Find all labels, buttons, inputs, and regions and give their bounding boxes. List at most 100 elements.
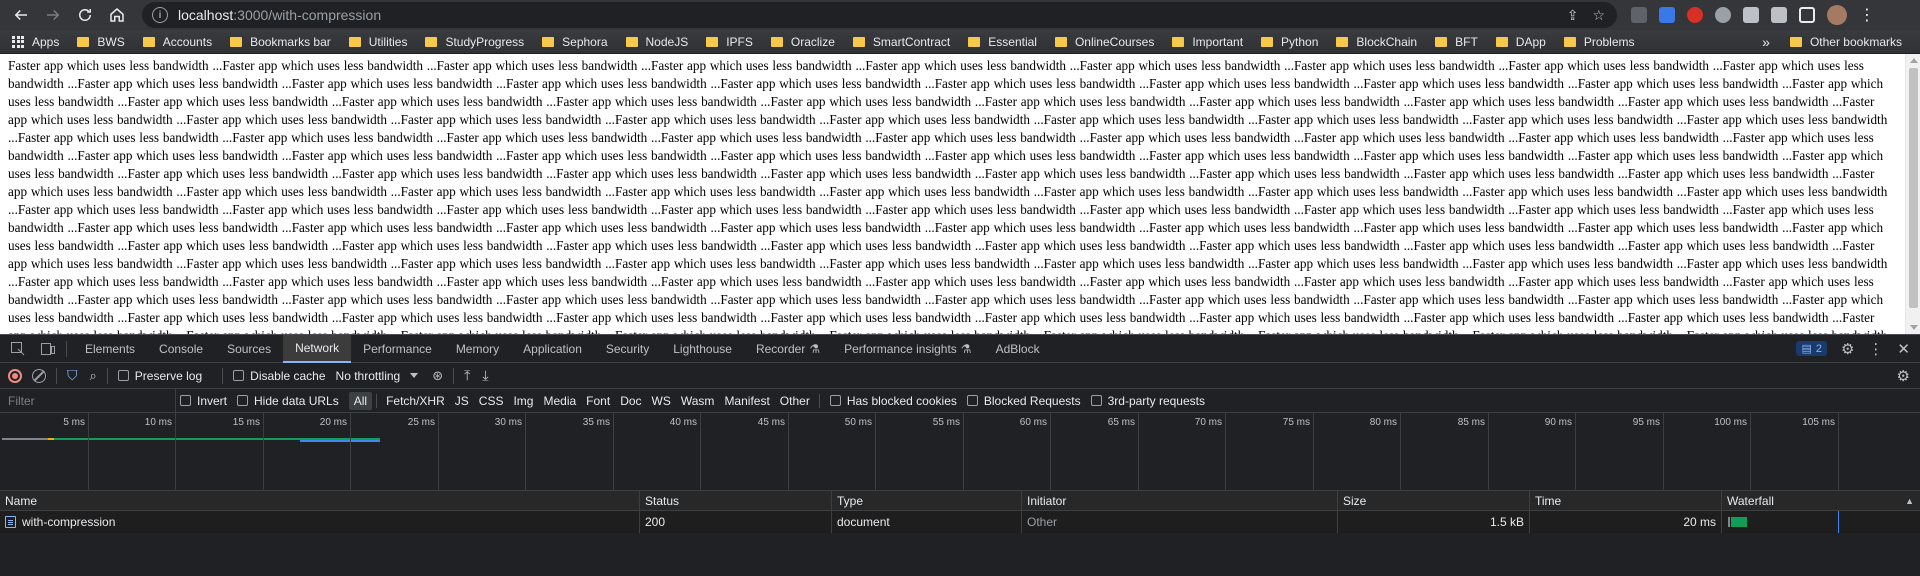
- tab-console[interactable]: Console: [147, 335, 215, 363]
- bookmark-folder[interactable]: BlockChain: [1336, 35, 1417, 49]
- settings-gear-icon[interactable]: ⚙: [1841, 340, 1854, 358]
- menu-icon[interactable]: ⋮: [1859, 5, 1875, 25]
- share-icon[interactable]: ⇪: [1567, 7, 1579, 24]
- filter-funnel-icon[interactable]: ⛉: [67, 367, 78, 384]
- extension-icon[interactable]: [1659, 7, 1675, 23]
- bookmark-folder[interactable]: Sephora: [542, 35, 608, 49]
- filter-type-fetch-xhr[interactable]: Fetch/XHR: [381, 392, 450, 410]
- bookmark-apps[interactable]: Apps: [12, 35, 59, 49]
- tab-application[interactable]: Application: [511, 335, 594, 363]
- bookmark-folder[interactable]: DApp: [1495, 35, 1546, 49]
- device-toolbar-icon[interactable]: [40, 341, 56, 357]
- filter-type-manifest[interactable]: Manifest: [719, 392, 774, 410]
- filter-type-ws[interactable]: WS: [647, 392, 676, 410]
- bookmark-folder[interactable]: IPFS: [706, 35, 753, 49]
- filter-type-wasm[interactable]: Wasm: [676, 392, 720, 410]
- bookmark-folder[interactable]: Python: [1261, 35, 1318, 49]
- reload-button[interactable]: [72, 2, 98, 28]
- checkbox-box[interactable]: [1090, 395, 1102, 406]
- checkbox-box[interactable]: [966, 395, 978, 406]
- request-initiator-cell[interactable]: Other: [1022, 511, 1338, 533]
- filter-type-js[interactable]: JS: [450, 392, 474, 410]
- tab-memory[interactable]: Memory: [444, 335, 511, 363]
- column-header-status[interactable]: Status: [640, 491, 832, 511]
- filter-type-all[interactable]: All: [348, 391, 373, 410]
- bookmark-folder[interactable]: Bookmarks bar: [230, 35, 331, 49]
- column-header-size[interactable]: Size: [1338, 491, 1530, 511]
- inspect-element-icon[interactable]: [10, 341, 26, 357]
- request-name-cell[interactable]: with-compression: [0, 511, 640, 533]
- network-settings-icon[interactable]: ⚙: [1897, 367, 1910, 385]
- filter-input[interactable]: Filter: [0, 388, 176, 413]
- checkbox-box[interactable]: [180, 395, 191, 406]
- bookmarks-overflow-button[interactable]: »: [1762, 34, 1770, 50]
- side-panel-icon[interactable]: [1799, 7, 1815, 23]
- filter-type-doc[interactable]: Doc: [615, 392, 646, 410]
- extension-icon[interactable]: [1631, 7, 1647, 23]
- extension-icon[interactable]: [1715, 7, 1731, 23]
- bookmark-folder[interactable]: Accounts: [142, 35, 212, 49]
- star-icon[interactable]: ☆: [1592, 7, 1605, 24]
- export-har-icon[interactable]: ⤓: [482, 367, 488, 384]
- bookmark-folder[interactable]: Problems: [1563, 35, 1635, 49]
- forward-button[interactable]: [40, 2, 66, 28]
- tab-sources[interactable]: Sources: [215, 335, 283, 363]
- bookmark-folder[interactable]: BFT: [1435, 35, 1478, 49]
- preserve-log-checkbox[interactable]: Preserve log: [117, 369, 202, 383]
- bookmark-folder[interactable]: Oraclize: [770, 35, 835, 49]
- info-icon[interactable]: i: [152, 7, 168, 23]
- bookmark-folder[interactable]: Utilities: [348, 35, 407, 49]
- bookmark-folder[interactable]: Essential: [968, 35, 1037, 49]
- filter-type-css[interactable]: CSS: [474, 392, 509, 410]
- search-icon[interactable]: ⌕: [90, 368, 97, 384]
- tab-elements[interactable]: Elements: [73, 335, 147, 363]
- extensions-icon[interactable]: [1743, 7, 1759, 23]
- extension-icon[interactable]: [1687, 7, 1703, 23]
- page-scrollbar[interactable]: [1905, 54, 1920, 334]
- tab-performance[interactable]: Performance: [351, 335, 444, 363]
- clear-icon[interactable]: [32, 368, 46, 383]
- column-header-name[interactable]: Name: [0, 491, 640, 511]
- reading-list-icon[interactable]: [1771, 7, 1787, 23]
- invert-checkbox[interactable]: Invert: [180, 394, 227, 408]
- column-header-waterfall[interactable]: Waterfall ▲: [1722, 491, 1920, 511]
- back-button[interactable]: [8, 2, 34, 28]
- filter-type-media[interactable]: Media: [538, 392, 581, 410]
- tab-security[interactable]: Security: [594, 335, 661, 363]
- filter-type-other[interactable]: Other: [775, 392, 815, 410]
- address-bar[interactable]: i localhost:3000/with-compression ⇪ ☆: [142, 2, 1617, 28]
- issues-badge[interactable]: ▤ 2: [1796, 341, 1827, 356]
- disable-cache-checkbox[interactable]: Disable cache: [233, 369, 326, 383]
- close-icon[interactable]: ✕: [1897, 340, 1910, 358]
- bookmark-folder[interactable]: SmartContract: [852, 35, 950, 49]
- checkbox-box[interactable]: [117, 370, 129, 381]
- network-conditions-icon[interactable]: ⊛: [432, 368, 443, 384]
- filter-type-font[interactable]: Font: [581, 392, 615, 410]
- other-bookmarks-folder[interactable]: Other bookmarks: [1789, 35, 1902, 49]
- checkbox-box[interactable]: [829, 395, 841, 406]
- third-party-requests-checkbox[interactable]: 3rd-party requests: [1090, 394, 1205, 408]
- home-button[interactable]: [104, 2, 130, 28]
- hide-data-urls-checkbox[interactable]: Hide data URLs: [237, 394, 339, 408]
- request-waterfall-cell[interactable]: [1722, 511, 1920, 533]
- tab-network[interactable]: Network: [283, 334, 352, 363]
- has-blocked-cookies-checkbox[interactable]: Has blocked cookies: [829, 394, 957, 408]
- checkbox-box[interactable]: [237, 395, 249, 406]
- table-row[interactable]: with-compression 200 document Other 1.5 …: [0, 511, 1920, 533]
- network-overview-timeline[interactable]: 5 ms 10 ms 15 ms 20 ms 25 ms 30 ms 35 ms 40 ms 4…: [0, 413, 1920, 491]
- column-header-type[interactable]: Type: [832, 491, 1022, 511]
- profile-avatar[interactable]: [1827, 5, 1847, 25]
- bookmark-folder[interactable]: StudyProgress: [425, 35, 524, 49]
- bookmark-folder[interactable]: Important: [1172, 35, 1243, 49]
- blocked-requests-checkbox[interactable]: Blocked Requests: [966, 394, 1081, 408]
- bookmark-folder[interactable]: NodeJS: [625, 35, 688, 49]
- tab-adblock[interactable]: AdBlock: [984, 335, 1052, 363]
- scroll-up-arrow-icon[interactable]: [1910, 58, 1918, 63]
- tab-lighthouse[interactable]: Lighthouse: [661, 335, 744, 363]
- tab-performance-insights[interactable]: Performance insights ⚗: [832, 335, 983, 363]
- tab-recorder[interactable]: Recorder ⚗: [744, 335, 832, 363]
- bookmark-folder[interactable]: BWS: [77, 35, 125, 49]
- scrollbar-thumb[interactable]: [1909, 68, 1918, 308]
- bookmark-folder[interactable]: OnlineCourses: [1054, 35, 1154, 49]
- record-button[interactable]: [8, 368, 22, 383]
